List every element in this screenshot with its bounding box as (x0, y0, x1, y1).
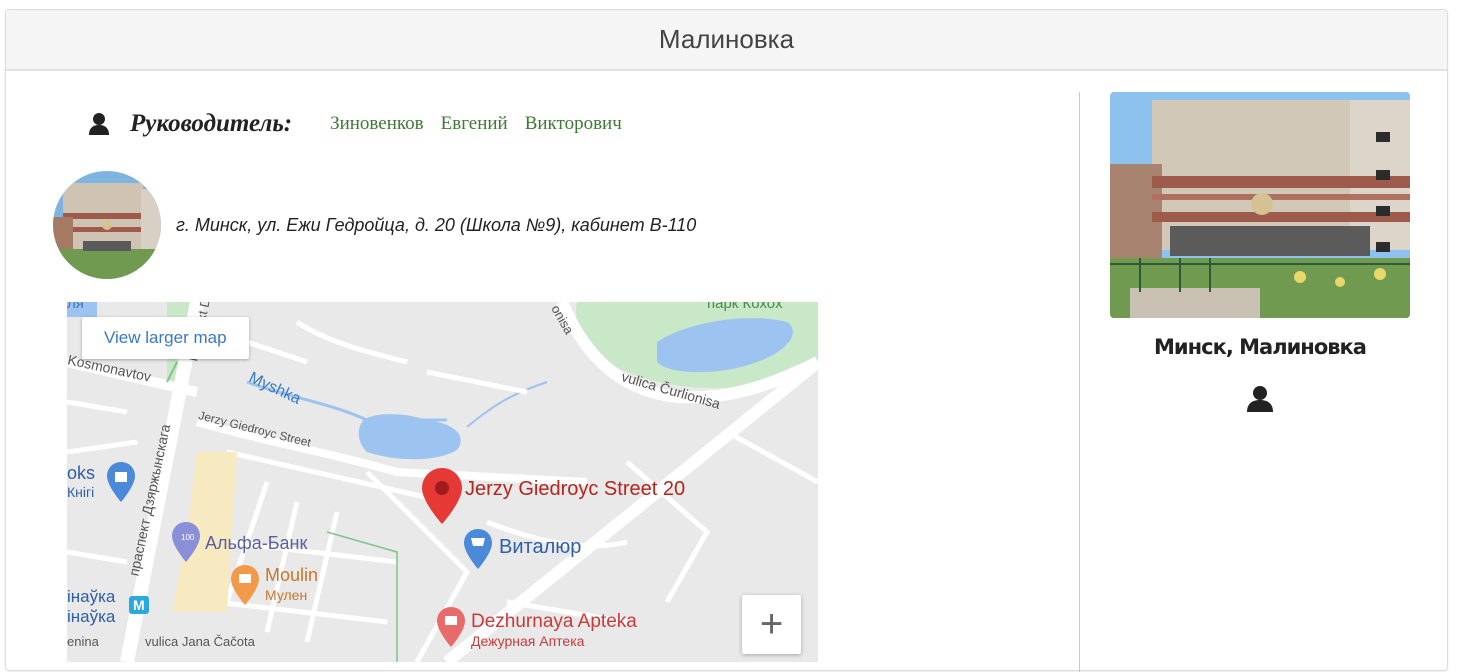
column-divider (1079, 92, 1080, 672)
bank-badge: 100 (181, 533, 195, 542)
leader-firstname: Евгений (440, 113, 508, 134)
cart-icon (464, 529, 492, 569)
leader-patronymic: Викторович (524, 113, 622, 134)
map-label-lenina: enina (67, 634, 99, 649)
map-label-pin: Jerzy Giedroyc Street 20 (465, 478, 686, 500)
coffee-icon (231, 565, 259, 605)
map-label-moulin: Moulin (265, 565, 319, 585)
address-text: г. Минск, ул. Ежи Гедройца, д. 20 (Школа… (176, 214, 697, 235)
map-label-alfa: Альфа-Банк (205, 533, 308, 553)
map-label-jana: vulica Jana Čačota (145, 634, 255, 649)
shopping-bag-icon (107, 462, 135, 502)
leader-surname: Зиновенков (330, 113, 424, 134)
zoom-in-button[interactable]: + (742, 595, 801, 654)
leader-label: Руководитель: (130, 110, 293, 137)
page-title: Малиновка (658, 24, 795, 54)
building-photo (1110, 92, 1410, 318)
map-label-vitalur: Виталюр (499, 536, 582, 558)
user-icon[interactable] (1246, 384, 1274, 412)
user-icon (89, 113, 109, 135)
map-label-metro2: інаўка (67, 607, 116, 626)
sidebar-title: Минск, Малиновка (1154, 335, 1367, 359)
map-label-top-left: ля (67, 302, 84, 312)
map-label-books: oks (67, 463, 96, 483)
map-label-park: парк Кохоx (707, 302, 783, 312)
map-label-moulin-ru: Мулен (265, 587, 308, 603)
map-label-apteka: Dezhurnaya Apteka (471, 611, 637, 632)
map-label-knigi: Кнігі (67, 484, 95, 500)
building-avatar (53, 171, 161, 279)
map-pin-icon[interactable] (422, 468, 462, 524)
bank-icon: 100 (172, 522, 200, 562)
panel-heading: Малиновка (6, 10, 1447, 71)
leader-row: Руководитель: Зиновенков Евгений Викторови… (88, 110, 639, 138)
leader-name: Зиновенков Евгений Викторович (330, 113, 639, 135)
pharmacy-icon (437, 607, 465, 647)
address-row: г. Минск, ул. Ежи Гедройца, д. 20 (Школа… (53, 171, 696, 279)
map-label-apteka-ru: Дежурная Аптека (471, 633, 585, 649)
metro-badge: M (129, 596, 149, 614)
map-embed[interactable]: парк Кохоx vulica Čurlionisa onisa ля Pr… (67, 302, 818, 662)
view-larger-map-link[interactable]: View larger map (82, 317, 249, 359)
map-label-metro1: інаўка (67, 587, 116, 606)
